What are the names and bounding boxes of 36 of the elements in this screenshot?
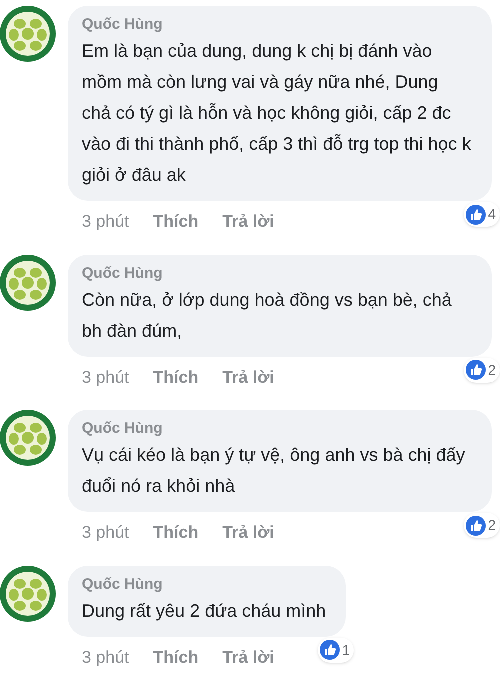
timestamp: 3 phút — [82, 366, 130, 388]
timestamp: 3 phút — [82, 211, 130, 233]
author-name[interactable]: Quốc Hùng — [82, 14, 472, 36]
like-link[interactable]: Thích — [153, 364, 199, 390]
avatar — [0, 566, 56, 622]
author-name[interactable]: Quốc Hùng — [82, 574, 326, 596]
thumbs-up-icon — [320, 640, 340, 660]
avatar — [0, 254, 56, 310]
reaction-count: 4 — [488, 205, 496, 224]
reply-link[interactable]: Trả lời — [222, 364, 274, 390]
reply-link[interactable]: Trả lời — [222, 644, 274, 670]
reaction-badge[interactable]: 1 — [318, 638, 354, 662]
reaction-count: 2 — [488, 360, 496, 380]
timestamp: 3 phút — [82, 646, 130, 668]
thumbs-up-icon — [466, 360, 486, 380]
reply-link[interactable]: Trả lời — [222, 209, 274, 234]
author-name[interactable]: Quốc Hùng — [82, 418, 472, 440]
timestamp: 3 phút — [82, 522, 130, 544]
thumbs-up-icon — [466, 204, 486, 224]
thumbs-up-icon — [466, 516, 486, 536]
reaction-badge[interactable]: 4 — [464, 202, 500, 227]
reaction-badge[interactable]: 2 — [464, 358, 500, 382]
reaction-badge[interactable]: 2 — [464, 513, 500, 538]
comment-text: Vụ cái kéo là bạn ý tự vệ, ông anh vs bà chị đấy đuổi nó ra khỏi nhà — [82, 444, 466, 498]
reaction-count: 1 — [342, 640, 350, 660]
avatar — [0, 410, 56, 466]
reaction-count: 2 — [488, 516, 496, 535]
like-link[interactable]: Thích — [153, 644, 199, 670]
comment-text: Còn nữa, ở lớp dung hoà đồng vs bạn bè, chả bh đàn đúm, — [82, 288, 453, 342]
like-link[interactable]: Thích — [153, 209, 199, 234]
reply-link[interactable]: Trả lời — [222, 520, 274, 546]
comment-text: Dung rất yêu 2 đứa cháu mình — [82, 600, 326, 623]
avatar — [0, 6, 56, 62]
like-link[interactable]: Thích — [153, 520, 199, 546]
comment-text: Em là bạn của dung, dung k chị bị đánh vào mồm mà còn lưng vai và gáy nữa nhé, Dung chả có tý gì là hỗn và học không giỏi, cấp 2 đc vào đi thi thành phố, cấp 3 thì đỗ trg top thi học k giỏi ở đâu ak — [82, 40, 472, 187]
author-name[interactable]: Quốc Hùng — [82, 262, 472, 284]
